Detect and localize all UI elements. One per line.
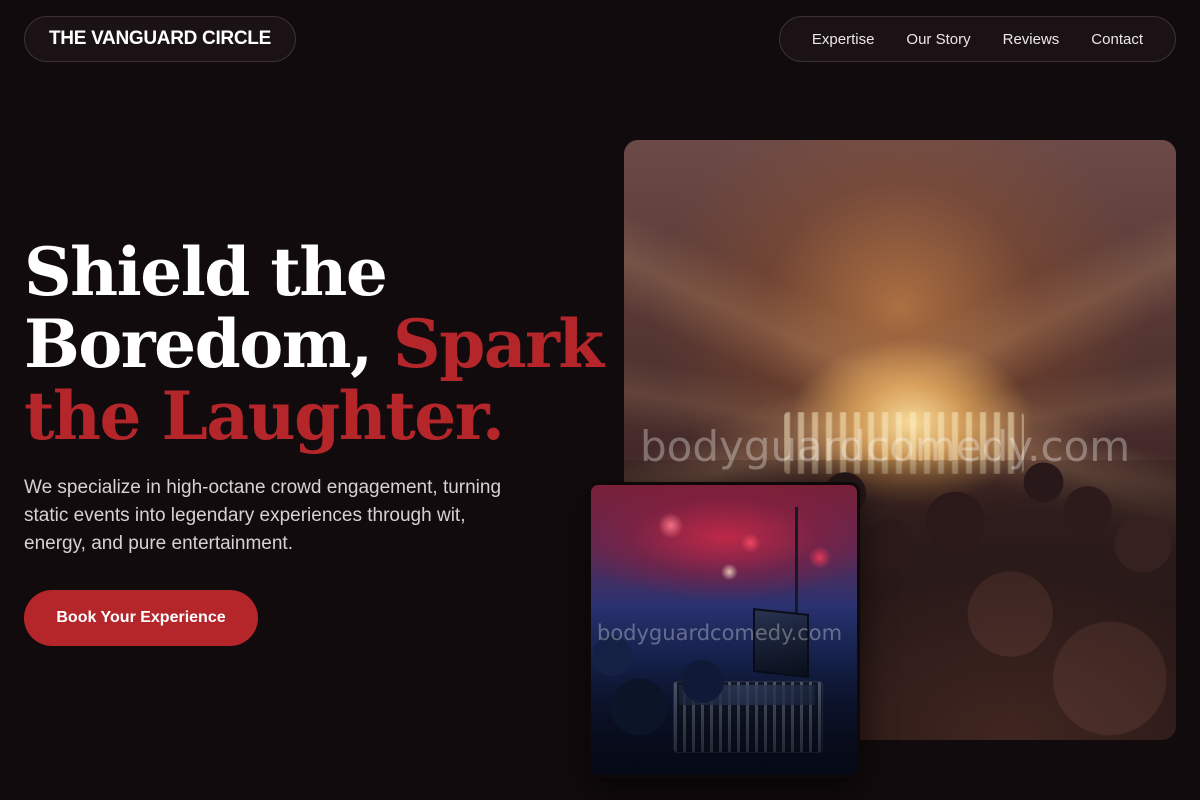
hero-subtitle: We specialize in high-octane crowd engag… (24, 477, 502, 554)
main-nav: Expertise Our Story Reviews Contact (778, 16, 1176, 62)
hero-title-line-1: Shield the (24, 233, 388, 311)
sound-mixer-image: bodyguardcomedy.com (588, 482, 860, 778)
nav-link-expertise[interactable]: Expertise (796, 31, 891, 48)
nav-link-our-story[interactable]: Our Story (890, 31, 986, 48)
book-experience-button[interactable]: Book Your Experience (24, 590, 258, 646)
nav-link-reviews[interactable]: Reviews (987, 31, 1076, 48)
nav-link-contact[interactable]: Contact (1075, 31, 1159, 48)
hero-title-line-2: Boredom, (24, 305, 394, 383)
image-watermark-secondary: bodyguardcomedy.com (597, 621, 843, 645)
hero-title: Shield the Boredom, Spark the Laughter. (24, 236, 604, 452)
brand-logo[interactable]: THE VANGUARD CIRCLE (24, 16, 296, 62)
image-watermark: bodyguardcomedy.com (640, 422, 1131, 471)
